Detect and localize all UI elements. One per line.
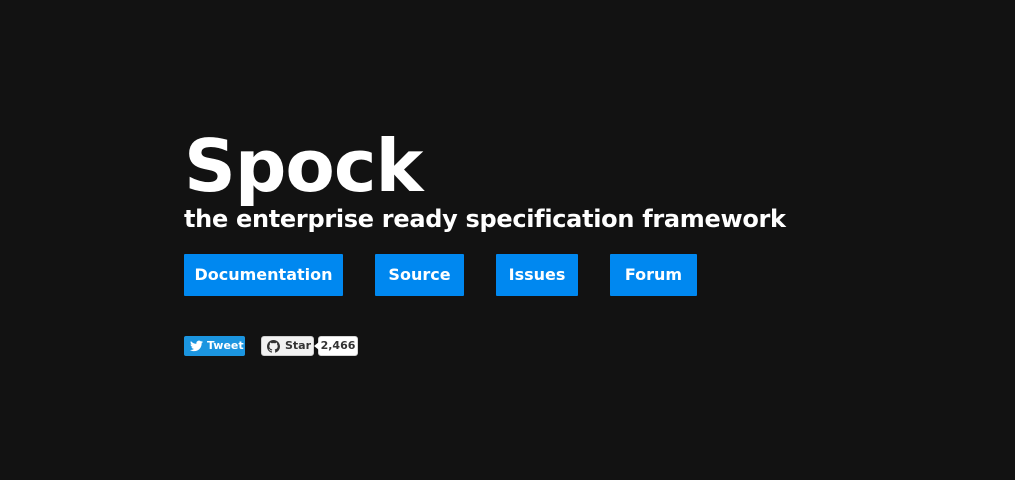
- tweet-button[interactable]: Tweet: [184, 336, 245, 356]
- github-octocat-icon: [267, 340, 280, 353]
- documentation-button[interactable]: Documentation: [184, 254, 343, 296]
- source-button[interactable]: Source: [375, 254, 464, 296]
- page-title: Spock: [184, 124, 423, 208]
- forum-button[interactable]: Forum: [610, 254, 697, 296]
- star-count-value: 2,466: [320, 339, 356, 352]
- count-arrow: [314, 342, 319, 350]
- github-star-button[interactable]: Star: [261, 336, 314, 356]
- hero: Spock the enterprise ready specification…: [184, 126, 786, 234]
- star-label: Star: [285, 339, 312, 352]
- tweet-label: Tweet: [207, 339, 244, 352]
- tagline: the enterprise ready specification frame…: [184, 205, 786, 233]
- star-count[interactable]: 2,466: [314, 336, 358, 356]
- twitter-bird-icon: [190, 340, 203, 352]
- issues-button[interactable]: Issues: [496, 254, 578, 296]
